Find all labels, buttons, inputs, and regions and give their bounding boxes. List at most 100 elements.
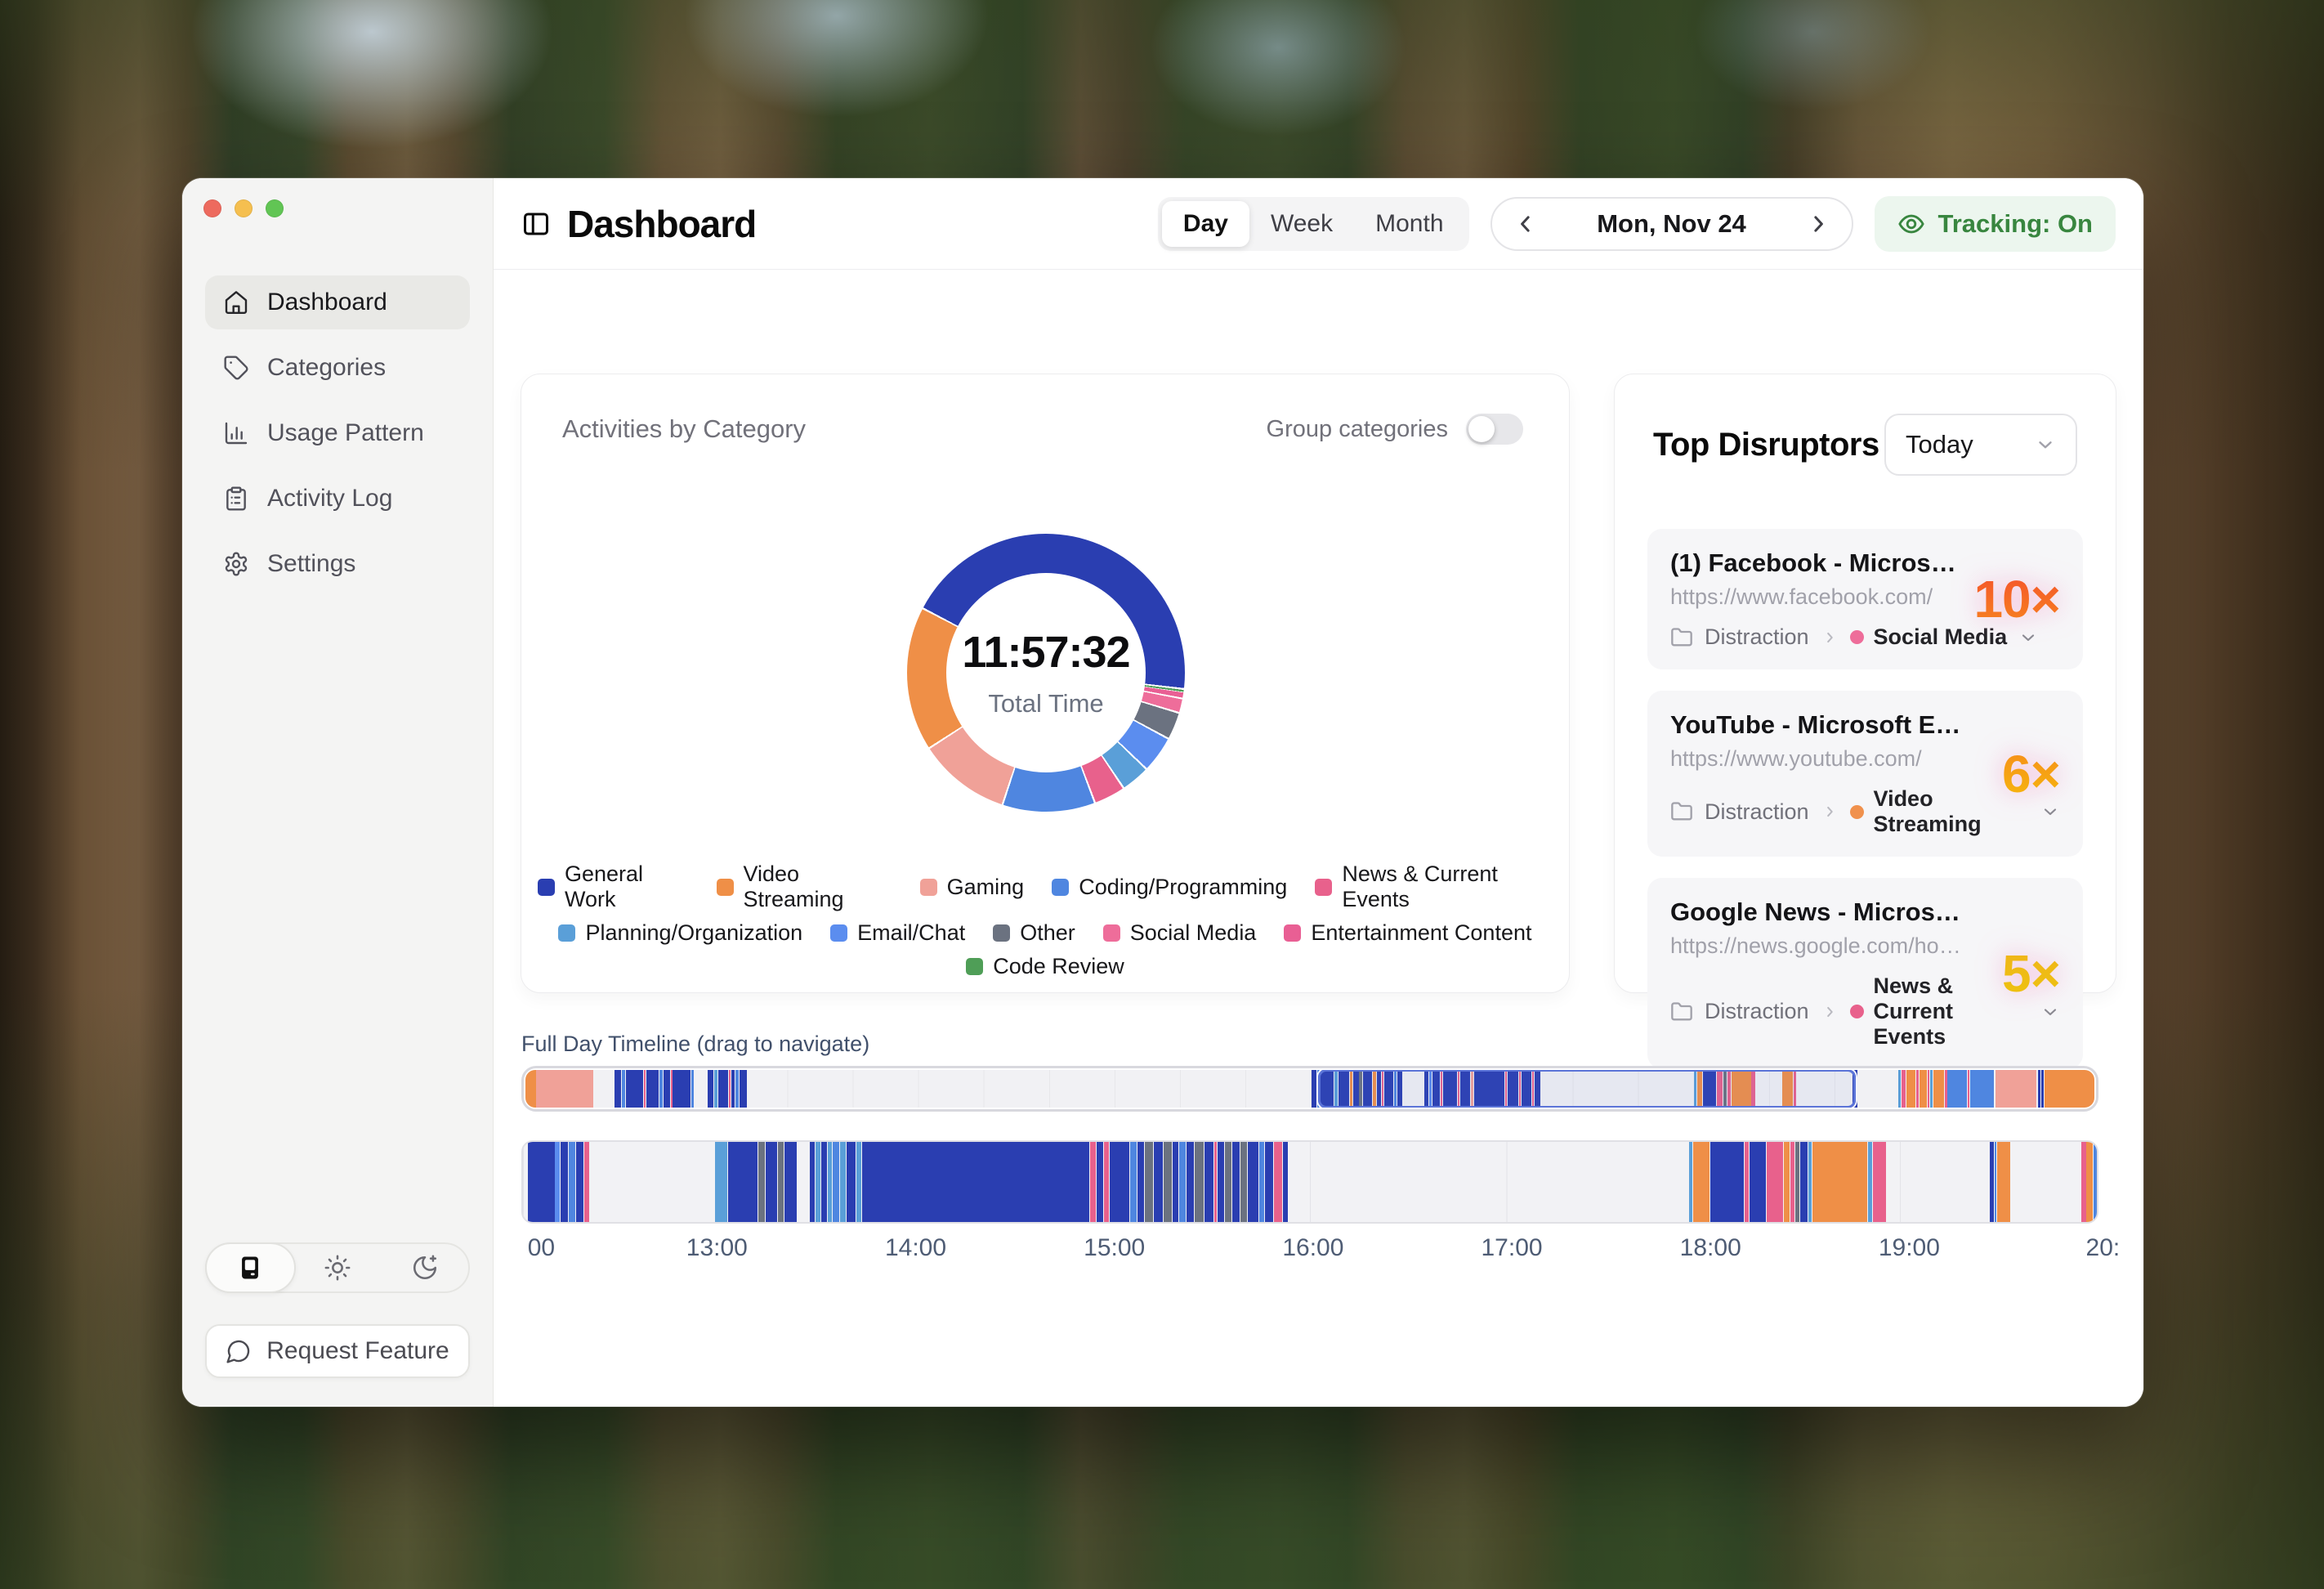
timeline-segment xyxy=(659,1070,663,1108)
prev-day-button[interactable] xyxy=(1513,212,1538,236)
sidebar-item-categories[interactable]: Categories xyxy=(205,341,470,395)
timeline-segment xyxy=(1997,1142,2010,1222)
tab-month[interactable]: Month xyxy=(1354,201,1464,247)
next-day-button[interactable] xyxy=(1806,212,1830,236)
timeline-segment xyxy=(1916,1070,1919,1108)
category-legend: General WorkVideo StreamingGamingCoding/… xyxy=(538,862,1553,979)
timeline-segment xyxy=(735,1070,739,1108)
close-button[interactable] xyxy=(203,199,221,217)
disruptor-group-label: Distraction xyxy=(1705,799,1809,825)
legend-label: Code Review xyxy=(993,954,1124,979)
axis-label: 16:00 xyxy=(1282,1234,1343,1262)
view-range-tabs: DayWeekMonth xyxy=(1158,197,1469,251)
minimize-button[interactable] xyxy=(235,199,253,217)
timeline-segment xyxy=(1204,1142,1213,1222)
timeline-segment xyxy=(2081,1142,2086,1222)
timeline-segment xyxy=(1800,1142,1808,1222)
timeline-segment xyxy=(2038,1070,2040,1108)
timeline-segment xyxy=(1097,1142,1103,1222)
group-categories-toggle[interactable] xyxy=(1466,414,1523,445)
timeline-segment xyxy=(740,1070,747,1108)
legend-swatch xyxy=(558,924,575,942)
sidebar-item-activity-log[interactable]: Activity Log xyxy=(205,472,470,526)
eye-icon xyxy=(1897,210,1925,238)
zoomed-timeline[interactable] xyxy=(521,1140,2098,1224)
chevron-down-icon[interactable] xyxy=(2018,628,2038,647)
sidebar-item-settings[interactable]: Settings xyxy=(205,537,470,591)
legend-swatch xyxy=(920,879,937,896)
disruptor-card-news-current-events[interactable]: Google News - Microsoft Edge…https://new… xyxy=(1647,878,2083,1069)
header: Dashboard DayWeekMonth Mon, Nov 24 Track… xyxy=(494,178,2143,270)
timeline-segment xyxy=(708,1070,714,1108)
legend-label: Planning/Organization xyxy=(585,920,802,946)
disruptor-title: Google News - Microsoft Edge… xyxy=(1670,897,2060,927)
timeline-viewport-handle[interactable] xyxy=(1318,1070,1857,1108)
timeline-segment xyxy=(626,1070,643,1108)
category-dot xyxy=(1850,1005,1864,1018)
top-disruptors-card: Top Disruptors Today (1) Facebook - Micr… xyxy=(1614,374,2116,993)
timeline-segment xyxy=(561,1142,568,1222)
full-day-timeline[interactable] xyxy=(521,1066,2098,1112)
legend-swatch xyxy=(966,958,983,975)
folder-icon xyxy=(1670,800,1693,823)
chevron-right-icon xyxy=(1821,803,1839,821)
timeline-segment xyxy=(1928,1070,1930,1108)
timeline-segment xyxy=(1693,1142,1709,1222)
legend-label: Entertainment Content xyxy=(1311,920,1531,946)
timeline-segment xyxy=(671,1070,673,1108)
sidebar-toggle-icon[interactable] xyxy=(521,209,551,239)
request-feature-button[interactable]: Request Feature xyxy=(205,1324,470,1378)
timeline-segment xyxy=(1968,1070,1969,1108)
main-area: Dashboard DayWeekMonth Mon, Nov 24 Track… xyxy=(494,178,2143,1407)
timeline-segment xyxy=(1187,1142,1195,1222)
disruptors-list: (1) Facebook - Microsoft Edg…https://www… xyxy=(1647,529,2083,1069)
category-donut-chart[interactable]: 11:57:32 Total Time xyxy=(907,534,1185,812)
timeline-segment xyxy=(691,1070,695,1108)
zoom-button[interactable] xyxy=(266,199,284,217)
legend-item-video-streaming: Video Streaming xyxy=(717,862,892,912)
timeline-segment xyxy=(1154,1142,1163,1222)
timeline-segment xyxy=(847,1142,856,1222)
timeline-segment xyxy=(1902,1070,1906,1108)
disruptor-card-social-media[interactable]: (1) Facebook - Microsoft Edg…https://www… xyxy=(1647,529,2083,669)
chevron-down-icon[interactable] xyxy=(2040,1002,2060,1022)
timeline-segment xyxy=(555,1142,560,1222)
disruptor-title: YouTube - Microsoft Edge - Pr… xyxy=(1670,710,2060,740)
theme-light-button[interactable] xyxy=(294,1242,382,1293)
legend-label: Coding/Programming xyxy=(1079,875,1287,900)
date-navigator: Mon, Nov 24 xyxy=(1490,197,1853,251)
timeline-segment xyxy=(1784,1142,1790,1222)
axis-label: 14:00 xyxy=(885,1234,946,1262)
timeline-segment xyxy=(862,1142,1089,1222)
timeline-segment xyxy=(1225,1142,1231,1222)
timeline-segment xyxy=(718,1070,728,1108)
timeline-segment xyxy=(1689,1142,1692,1222)
disruptors-range-select[interactable]: Today xyxy=(1884,414,2077,476)
tracking-badge[interactable]: Tracking: On xyxy=(1875,196,2116,252)
timeline-segment xyxy=(1933,1070,1943,1108)
timeline-segment xyxy=(528,1142,555,1222)
timeline-segment xyxy=(584,1142,589,1222)
timeline-label: Full Day Timeline (drag to navigate) xyxy=(521,1032,869,1057)
sidebar-item-usage-pattern[interactable]: Usage Pattern xyxy=(205,406,470,460)
timeline-segment xyxy=(1945,1070,1947,1108)
tab-week[interactable]: Week xyxy=(1249,201,1354,247)
axis-label: 17:00 xyxy=(1481,1234,1542,1262)
tab-day[interactable]: Day xyxy=(1162,201,1249,247)
timeline-segment xyxy=(1214,1142,1218,1222)
legend-swatch xyxy=(538,879,555,896)
chevron-right-icon xyxy=(1821,629,1839,647)
timeline-segment xyxy=(1990,1142,1994,1222)
timeline-segment xyxy=(664,1070,670,1108)
timeline-segment xyxy=(1995,1142,1996,1222)
timeline-segment xyxy=(810,1142,816,1222)
disruptor-group-label: Distraction xyxy=(1705,624,1809,650)
chevron-down-icon[interactable] xyxy=(2040,802,2060,821)
home-icon xyxy=(223,289,249,316)
sidebar-item-dashboard[interactable]: Dashboard xyxy=(205,275,470,329)
timeline-segment xyxy=(856,1142,861,1222)
timeline-segment xyxy=(646,1070,659,1108)
disruptor-card-video-streaming[interactable]: YouTube - Microsoft Edge - Pr…https://ww… xyxy=(1647,691,2083,857)
theme-auto-button[interactable] xyxy=(205,1242,296,1293)
theme-dark-button[interactable] xyxy=(381,1242,468,1293)
